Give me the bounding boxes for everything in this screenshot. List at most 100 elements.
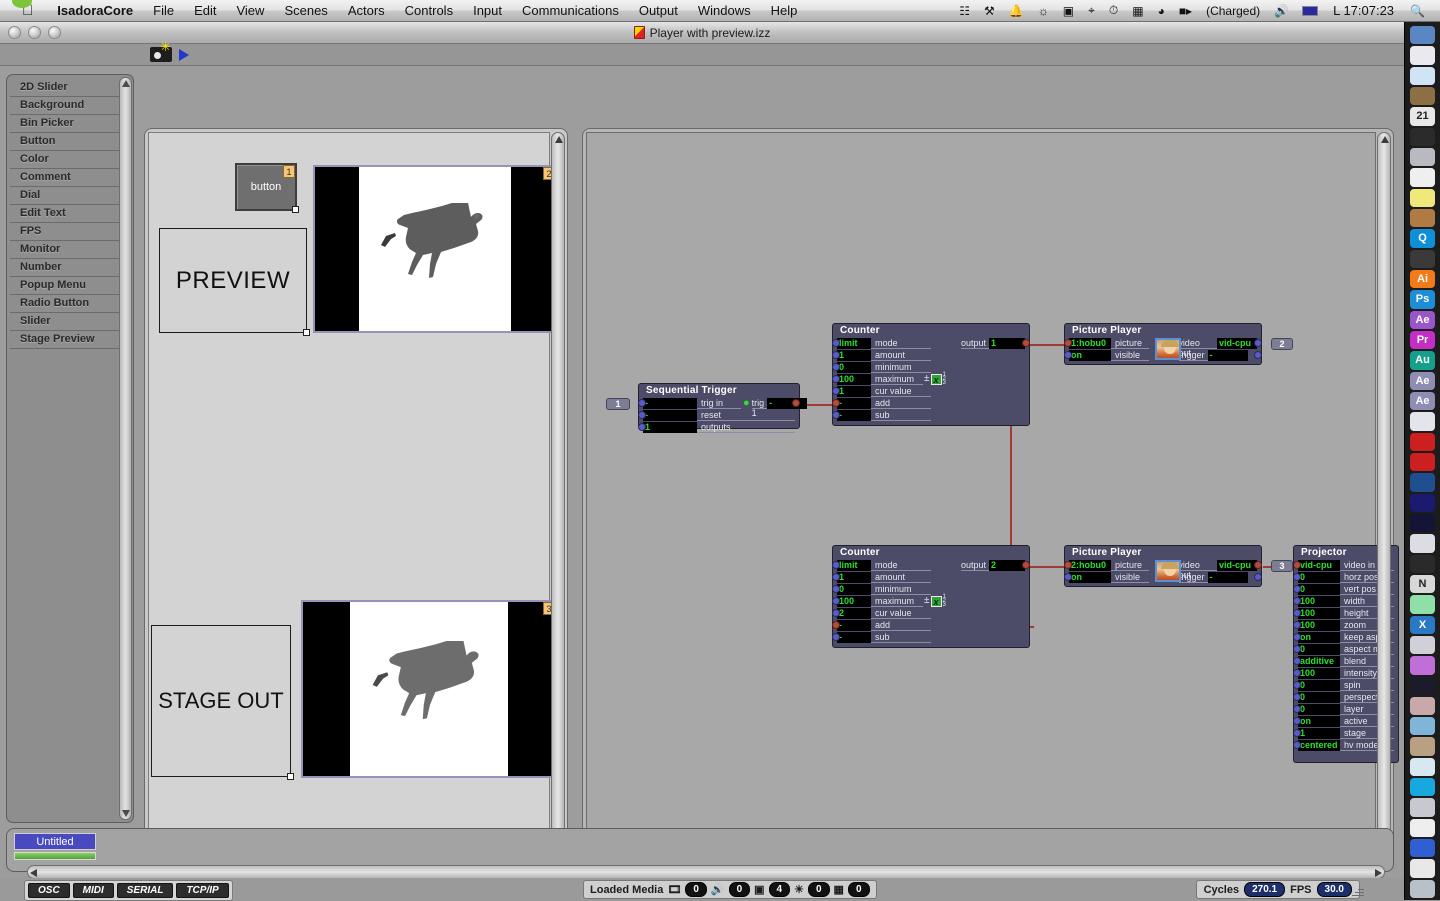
timemachine-icon[interactable]: ⏱ (1102, 3, 1125, 18)
input-port[interactable] (832, 411, 840, 419)
actor-input-row[interactable]: 100 maximum ± x 123 (832, 372, 1025, 386)
input-port[interactable] (1294, 585, 1301, 593)
actor-input-row[interactable]: 1 amount (832, 571, 1025, 583)
input-value[interactable]: 1 (837, 349, 871, 361)
protocol-osc[interactable]: OSC (28, 883, 70, 898)
minimize-button[interactable] (28, 26, 41, 39)
screensharing-icon[interactable]: ▦ (1125, 4, 1150, 18)
actor-input-row[interactable]: - sub (832, 409, 1025, 421)
bluetooth-icon[interactable]: ⌖ (1081, 3, 1102, 18)
tool-item-edit-text[interactable]: Edit Text (10, 205, 130, 223)
actor-input-row[interactable]: 0 minimum (832, 583, 1025, 595)
ink-icon[interactable]: ⚒ (977, 4, 1002, 18)
tool-list-scrollbar[interactable] (119, 77, 132, 820)
input-port[interactable] (832, 339, 840, 347)
input-port[interactable] (1064, 573, 1072, 581)
scroll-down-icon[interactable] (122, 810, 130, 817)
menu-view[interactable]: View (226, 3, 274, 18)
neo-office-icon[interactable]: N (1410, 574, 1435, 594)
input-value[interactable]: - (837, 397, 871, 409)
input-value[interactable]: on (1069, 349, 1111, 361)
input-port[interactable] (1294, 729, 1301, 737)
input-value[interactable]: on (1298, 631, 1340, 643)
stack-123-icon[interactable]: 123 (942, 372, 946, 386)
input-port[interactable] (832, 363, 840, 371)
input-port[interactable] (1294, 669, 1301, 677)
control-panel-vscrollbar[interactable] (551, 132, 565, 843)
output-port[interactable] (1022, 561, 1030, 569)
battery-icon[interactable]: ■▸ (1172, 4, 1199, 18)
actor-input-row[interactable]: 1 cur value (832, 385, 1025, 397)
x-expression-icon[interactable]: x (930, 373, 942, 385)
preview-label-widget[interactable]: PREVIEW (159, 228, 310, 336)
protocol-midi[interactable]: MIDI (72, 883, 114, 898)
scroll-up-icon[interactable] (555, 136, 563, 143)
input-port[interactable] (638, 411, 646, 419)
picture-out-badge[interactable]: 2 (1271, 338, 1293, 350)
menu-clock[interactable]: L 17:07:23 (1324, 3, 1403, 18)
safari-icon[interactable] (1410, 66, 1435, 85)
input-port[interactable] (1294, 681, 1301, 689)
actor-picture-player-top[interactable]: Picture Player 1:hobu0 picture video out… (1064, 323, 1293, 365)
output-value[interactable]: - (767, 397, 808, 409)
isadora-core-icon[interactable] (1410, 452, 1435, 472)
quickmedia-icon[interactable] (1410, 676, 1435, 695)
tool-item-bin-picker[interactable]: Bin Picker (10, 115, 130, 133)
quartz-icon[interactable] (1410, 493, 1435, 512)
scene-strip-scrollbar[interactable] (27, 865, 1385, 879)
portrait-thumbnail-icon[interactable] (1155, 338, 1181, 360)
tool-item-stage-preview[interactable]: Stage Preview (10, 331, 130, 349)
grid-icon[interactable]: ☷ (952, 4, 977, 18)
input-value[interactable]: 0 (837, 583, 871, 595)
adobe-illustrator-icon[interactable]: Ai (1410, 269, 1435, 289)
piano-icon[interactable] (1410, 818, 1435, 838)
scroll-up-icon[interactable] (122, 80, 130, 87)
tool-item-slider[interactable]: Slider (10, 313, 130, 331)
input-value[interactable]: centered (1298, 739, 1340, 751)
input-port[interactable] (1294, 657, 1301, 665)
input-port[interactable] (832, 585, 840, 593)
tool-item-dial[interactable]: Dial (10, 187, 130, 205)
plus-minus-icon[interactable]: ± (923, 595, 931, 607)
colorwindow-icon[interactable] (1410, 717, 1435, 736)
input-port[interactable] (832, 609, 840, 617)
control-panel-canvas[interactable]: button 1 PREVIEW 2 STAGE OUT 3 (148, 132, 557, 843)
actor-input-row[interactable]: 2 cur value (832, 607, 1025, 619)
menu-app-name[interactable]: IsadoraCore (47, 3, 143, 18)
resize-handle[interactable] (287, 773, 294, 780)
input-value[interactable]: 2 (837, 607, 871, 619)
input-port[interactable] (1294, 597, 1301, 605)
mailbox-icon[interactable] (1410, 208, 1435, 228)
activity-monitor-icon[interactable] (1410, 859, 1435, 878)
actor-counter-bottom[interactable]: Counter limit mode output 2 1 amount 0 m… (832, 545, 1030, 648)
input-port[interactable] (1294, 609, 1301, 617)
dvd-player-icon[interactable] (1410, 147, 1435, 167)
scene-name[interactable]: Untitled (14, 833, 96, 850)
actor-input-row[interactable]: - trig in ● trig 1 - (638, 397, 808, 418)
input-value[interactable]: 0 (1298, 643, 1340, 655)
input-value[interactable]: limit (837, 337, 871, 349)
menu-help[interactable]: Help (761, 3, 808, 18)
adobe-aftereffects-icon[interactable]: Ae (1410, 310, 1435, 329)
spreadsheet-icon[interactable] (1410, 595, 1435, 614)
menu-edit[interactable]: Edit (184, 3, 226, 18)
input-port[interactable] (832, 375, 840, 383)
tool-item-radio-button[interactable]: Radio Button (10, 295, 130, 313)
resize-handle[interactable] (303, 329, 310, 336)
output-port[interactable] (1254, 351, 1262, 359)
vdmx-icon[interactable] (1410, 473, 1435, 492)
input-port[interactable] (1294, 693, 1301, 701)
input-port[interactable] (832, 387, 840, 395)
output-value[interactable]: - (1207, 571, 1248, 583)
input-port[interactable] (638, 423, 646, 431)
stickies-icon[interactable] (1410, 188, 1435, 207)
cable-icon[interactable] (1410, 554, 1435, 573)
scroll-left-icon[interactable] (30, 869, 37, 877)
adobe-audition-icon[interactable]: Au (1410, 351, 1435, 370)
input-value[interactable]: 1:hobu0 (1069, 337, 1111, 349)
actor-input-row[interactable]: - sub (832, 631, 1025, 643)
actor-input-row[interactable]: - add (832, 397, 1025, 409)
textedit-icon[interactable] (1410, 168, 1435, 187)
menu-communications[interactable]: Communications (512, 3, 629, 18)
scene-panel-vscrollbar[interactable] (1377, 132, 1391, 843)
